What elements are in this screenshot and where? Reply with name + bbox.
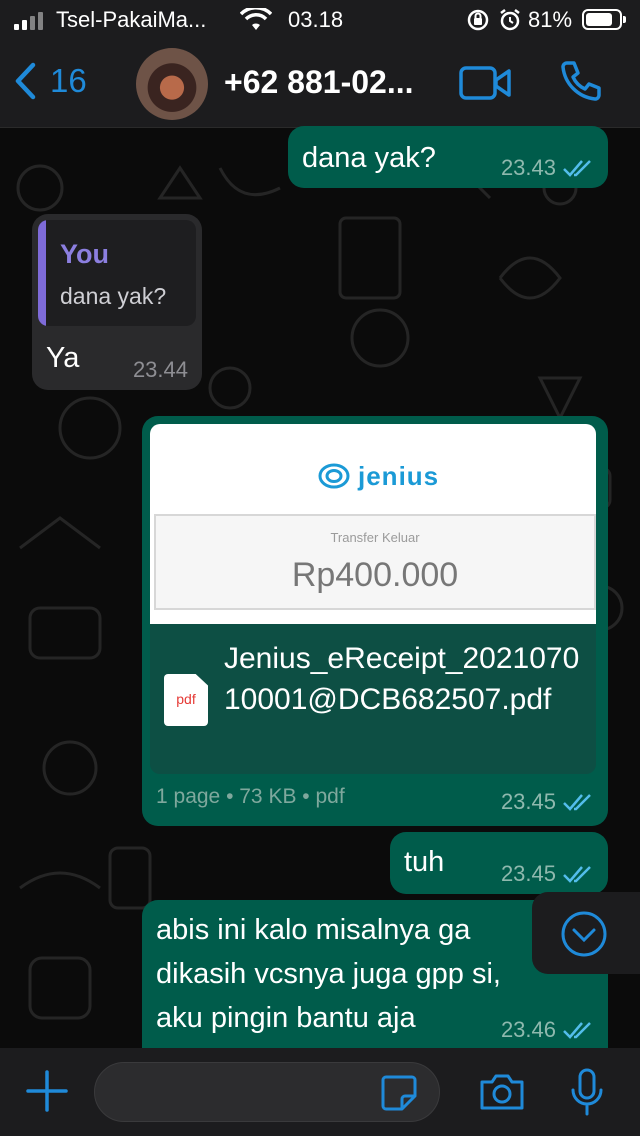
battery-level-fill — [586, 13, 612, 26]
sticker-button[interactable] — [380, 1074, 418, 1117]
clock: 03.18 — [288, 7, 344, 32]
unread-chats-count: 16 — [50, 62, 87, 99]
jenius-logo: jenius — [318, 460, 439, 493]
message-text: Ya — [46, 342, 80, 374]
message-bubble-outgoing[interactable]: dana yak? 23.43 — [288, 126, 608, 188]
voice-message-button[interactable] — [568, 1068, 606, 1121]
message-meta: 23.44 — [133, 356, 188, 384]
transfer-label: Transfer Keluar — [330, 530, 420, 545]
message-line: dikasih vcsnya juga gpp si, — [156, 958, 501, 990]
pdf-file-icon: pdf — [164, 674, 208, 726]
contact-name[interactable]: +62 881-02... — [224, 64, 413, 101]
message-meta: 23.45 — [501, 788, 596, 816]
message-time: 23.45 — [500, 789, 556, 814]
message-time: 23.43 — [500, 155, 556, 180]
chevron-left-icon — [15, 62, 36, 100]
alarm-icon — [498, 8, 522, 38]
double-check-read-icon — [563, 1021, 591, 1039]
message-text: abis ini kalo misalnya ga dikasih vcsnya… — [156, 908, 501, 1040]
message-meta: 23.43 — [501, 154, 596, 182]
chevron-down-circle-icon — [561, 911, 607, 957]
quoted-message[interactable]: You dana yak? — [38, 220, 196, 326]
back-button[interactable]: 16 — [14, 62, 87, 100]
rotation-lock-icon — [466, 8, 490, 38]
message-time: 23.45 — [500, 861, 556, 886]
document-info: 1 page • 73 KB • pdf — [156, 785, 345, 808]
signal-strength-icon — [14, 10, 43, 30]
message-meta: 23.45 — [501, 860, 596, 888]
camera-icon — [480, 1074, 524, 1110]
attach-button[interactable] — [26, 1070, 68, 1117]
wifi-icon — [239, 6, 273, 38]
message-time: 23.44 — [132, 357, 188, 382]
microphone-icon — [571, 1068, 603, 1116]
battery-percentage: 81% — [528, 7, 573, 32]
camera-button[interactable] — [478, 1072, 526, 1117]
chat-header: 16 +62 881-02... — [0, 40, 640, 128]
double-check-read-icon — [563, 865, 591, 883]
message-time: 23.46 — [500, 1017, 556, 1042]
battery-icon — [582, 9, 626, 30]
scroll-to-bottom-button[interactable] — [532, 892, 640, 974]
message-bubble-incoming[interactable]: You dana yak? Ya 23.44 — [32, 214, 202, 390]
composer-bar — [0, 1048, 640, 1136]
transfer-amount: Rp400.000 — [291, 556, 459, 594]
quoted-author: You — [60, 239, 109, 269]
plus-icon — [26, 1070, 68, 1112]
quoted-text: dana yak? — [60, 283, 167, 309]
video-camera-icon — [459, 66, 511, 100]
quote-accent-bar — [38, 220, 46, 326]
brand-name: jenius — [358, 461, 440, 491]
message-bubble-outgoing[interactable]: tuh 23.45 — [390, 832, 608, 894]
message-line: aku pingin bantu aja — [156, 1002, 416, 1034]
message-line: abis ini kalo misalnya ga — [156, 914, 471, 946]
video-call-button[interactable] — [458, 64, 512, 109]
phone-icon — [561, 61, 601, 101]
double-check-read-icon — [563, 159, 591, 177]
document-file-row[interactable]: pdf Jenius_eReceipt_202107010001@DCB6825… — [150, 624, 596, 774]
message-bubble-document[interactable]: jenius Transfer Keluar Rp400.000 pdf Jen… — [142, 416, 608, 826]
message-text: tuh — [404, 846, 445, 878]
sticker-icon — [381, 1075, 417, 1111]
message-meta: 23.46 — [501, 1016, 596, 1044]
carrier-name: Tsel-PakaiMa... — [56, 7, 207, 32]
voice-call-button[interactable] — [558, 60, 602, 111]
status-bar: Tsel-PakaiMa... 03.18 81% — [0, 0, 640, 40]
document-filename: Jenius_eReceipt_202107010001@DCB682507.p… — [224, 642, 580, 716]
message-text: dana yak? — [302, 142, 436, 174]
contact-avatar[interactable] — [136, 48, 208, 120]
double-check-read-icon — [563, 793, 591, 811]
receipt-panel: Transfer Keluar Rp400.000 — [154, 514, 596, 610]
document-preview[interactable]: jenius Transfer Keluar Rp400.000 — [150, 424, 596, 624]
